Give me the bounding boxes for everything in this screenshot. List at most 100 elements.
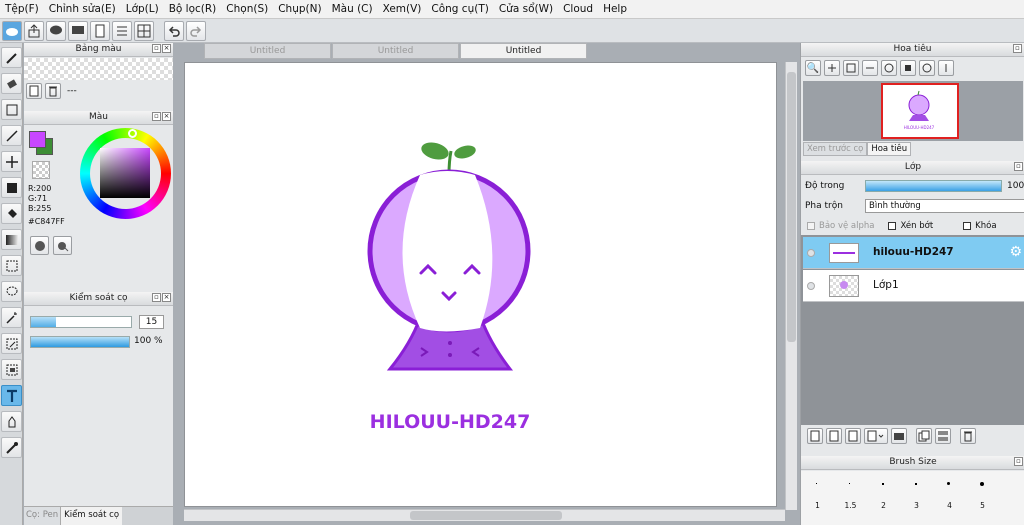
blend-mode-select[interactable]: Bình thường bbox=[865, 199, 1024, 213]
zoom-out-icon[interactable] bbox=[862, 60, 878, 76]
undo-icon[interactable] bbox=[164, 20, 184, 41]
bucket-tool-icon[interactable] bbox=[1, 203, 22, 224]
menu-tools[interactable]: Công cụ(T) bbox=[426, 3, 493, 15]
lasso-tool-icon[interactable] bbox=[1, 281, 22, 302]
close-icon[interactable]: × bbox=[162, 293, 171, 302]
brush-opacity-slider[interactable] bbox=[30, 336, 130, 348]
new-8bit-layer-icon[interactable] bbox=[826, 428, 842, 444]
horizontal-scrollbar[interactable] bbox=[184, 509, 785, 521]
zoom-icon[interactable]: 🔍 bbox=[805, 60, 821, 76]
menu-capture[interactable]: Chụp(N) bbox=[273, 3, 326, 15]
tab-untitled-3[interactable]: Untitled bbox=[460, 43, 587, 59]
select-rect-tool-icon[interactable] bbox=[1, 255, 22, 276]
cloud-icon[interactable] bbox=[2, 20, 22, 41]
add-layer-dropdown-icon[interactable] bbox=[864, 428, 888, 444]
tab-navigator[interactable]: Hoa tiêu bbox=[867, 142, 912, 156]
saturation-value-box[interactable] bbox=[100, 148, 150, 198]
brush-size-cell[interactable]: 4 bbox=[933, 471, 966, 525]
brush-size-value[interactable]: 15 bbox=[139, 315, 164, 329]
layer-settings-icon[interactable]: ⚙ bbox=[1009, 244, 1022, 260]
vertical-scrollbar[interactable] bbox=[785, 62, 797, 510]
rotate-right-icon[interactable] bbox=[919, 60, 935, 76]
hand-tool-icon[interactable] bbox=[1, 411, 22, 432]
zoom-in-icon[interactable] bbox=[824, 60, 840, 76]
brush-size-slider[interactable] bbox=[30, 316, 132, 328]
line-tool-icon[interactable] bbox=[1, 125, 22, 146]
fill-rect-tool-icon[interactable] bbox=[1, 177, 22, 198]
transparent-color-swatch[interactable] bbox=[32, 161, 50, 179]
magic-wand-tool-icon[interactable] bbox=[1, 307, 22, 328]
tab-brush-control[interactable]: Kiểm soát cọ bbox=[61, 507, 123, 525]
select-eraser-tool-icon[interactable] bbox=[1, 359, 22, 380]
brush-size-cell[interactable]: 1 bbox=[801, 471, 834, 525]
fit-icon[interactable] bbox=[843, 60, 859, 76]
chat-icon[interactable] bbox=[68, 20, 88, 41]
brush-size-cell[interactable]: 1.5 bbox=[834, 471, 867, 525]
float-icon[interactable]: ▫ bbox=[152, 44, 161, 53]
tab-untitled-1[interactable]: Untitled bbox=[204, 43, 331, 59]
menu-cloud[interactable]: Cloud bbox=[558, 3, 598, 15]
drawing-canvas[interactable]: HILOUU-HD247 bbox=[184, 62, 777, 507]
menu-filter[interactable]: Bộ lọc(R) bbox=[164, 3, 222, 15]
brush-size-cell[interactable]: 5 bbox=[966, 471, 999, 525]
tab-untitled-2[interactable]: Untitled bbox=[332, 43, 459, 59]
gradient-tool-icon[interactable] bbox=[1, 229, 22, 250]
document-icon[interactable] bbox=[90, 20, 110, 41]
delete-layer-icon[interactable] bbox=[960, 428, 976, 444]
rotate-left-icon[interactable] bbox=[881, 60, 897, 76]
float-icon[interactable]: ▫ bbox=[152, 293, 161, 302]
float-icon[interactable]: ▫ bbox=[152, 112, 161, 121]
menu-file[interactable]: Tệp(F) bbox=[0, 3, 44, 15]
rectangle-tool-icon[interactable] bbox=[1, 99, 22, 120]
brush-tool-icon[interactable] bbox=[1, 47, 22, 68]
menu-layer[interactable]: Lớp(L) bbox=[121, 3, 164, 15]
brush-size-cell[interactable]: 2 bbox=[867, 471, 900, 525]
comment-icon[interactable] bbox=[46, 20, 66, 41]
new-1bit-layer-icon[interactable] bbox=[845, 428, 861, 444]
navigator-thumbnail[interactable]: HILOUU-HD247 bbox=[881, 83, 959, 139]
clip-checkbox[interactable] bbox=[888, 222, 897, 230]
layer-row-text[interactable]: hilouu-HD247 ⚙ bbox=[803, 237, 1024, 269]
text-tool-icon[interactable] bbox=[1, 385, 22, 406]
palette-swatches[interactable] bbox=[24, 58, 173, 80]
layer-visibility-toggle[interactable] bbox=[807, 282, 815, 290]
menu-select[interactable]: Chọn(S) bbox=[221, 3, 273, 15]
eyedropper-tool-icon[interactable] bbox=[1, 437, 22, 458]
menu-edit[interactable]: Chỉnh sửa(E) bbox=[44, 3, 121, 15]
menu-help[interactable]: Help bbox=[598, 3, 632, 15]
redo-icon[interactable] bbox=[186, 20, 206, 41]
export-icon[interactable] bbox=[24, 20, 44, 41]
reset-view-icon[interactable] bbox=[900, 60, 916, 76]
hue-handle[interactable] bbox=[128, 129, 137, 138]
color-wheel[interactable] bbox=[80, 128, 171, 219]
layer-row-1[interactable]: Lớp1 bbox=[803, 270, 1024, 302]
close-icon[interactable]: × bbox=[162, 44, 171, 53]
move-tool-icon[interactable] bbox=[1, 151, 22, 172]
list-icon[interactable] bbox=[112, 20, 132, 41]
float-icon[interactable]: ▫ bbox=[1014, 162, 1023, 171]
folder-icon[interactable] bbox=[891, 428, 907, 444]
float-icon[interactable]: ▫ bbox=[1013, 44, 1022, 53]
lock-checkbox[interactable] bbox=[963, 222, 972, 230]
eraser-tool-icon[interactable] bbox=[1, 73, 22, 94]
menu-window[interactable]: Cửa sổ(W) bbox=[494, 3, 558, 15]
flip-icon[interactable] bbox=[938, 60, 954, 76]
duplicate-layer-icon[interactable] bbox=[916, 428, 932, 444]
layer-visibility-toggle[interactable] bbox=[807, 249, 815, 257]
color-picker-icon[interactable] bbox=[53, 236, 72, 255]
menu-view[interactable]: Xem(V) bbox=[378, 3, 427, 15]
close-icon[interactable]: × bbox=[162, 112, 171, 121]
merge-layer-icon[interactable] bbox=[935, 428, 951, 444]
menu-color[interactable]: Màu (C) bbox=[327, 3, 378, 15]
vertical-scroll-thumb[interactable] bbox=[787, 72, 796, 342]
new-palette-icon[interactable] bbox=[26, 83, 42, 99]
layer-opacity-slider[interactable] bbox=[865, 180, 1002, 192]
navigator-preview[interactable]: HILOUU-HD247 bbox=[803, 81, 1023, 141]
brush-size-cell[interactable]: 3 bbox=[900, 471, 933, 525]
new-layer-icon[interactable] bbox=[807, 428, 823, 444]
tab-brush-preview[interactable]: Xem trước cọ bbox=[803, 142, 868, 156]
float-icon[interactable]: ▫ bbox=[1014, 457, 1023, 466]
tab-pen[interactable]: Cọ: Pen bbox=[24, 507, 62, 525]
color-palette-icon[interactable] bbox=[30, 236, 49, 255]
delete-palette-icon[interactable] bbox=[45, 83, 61, 99]
